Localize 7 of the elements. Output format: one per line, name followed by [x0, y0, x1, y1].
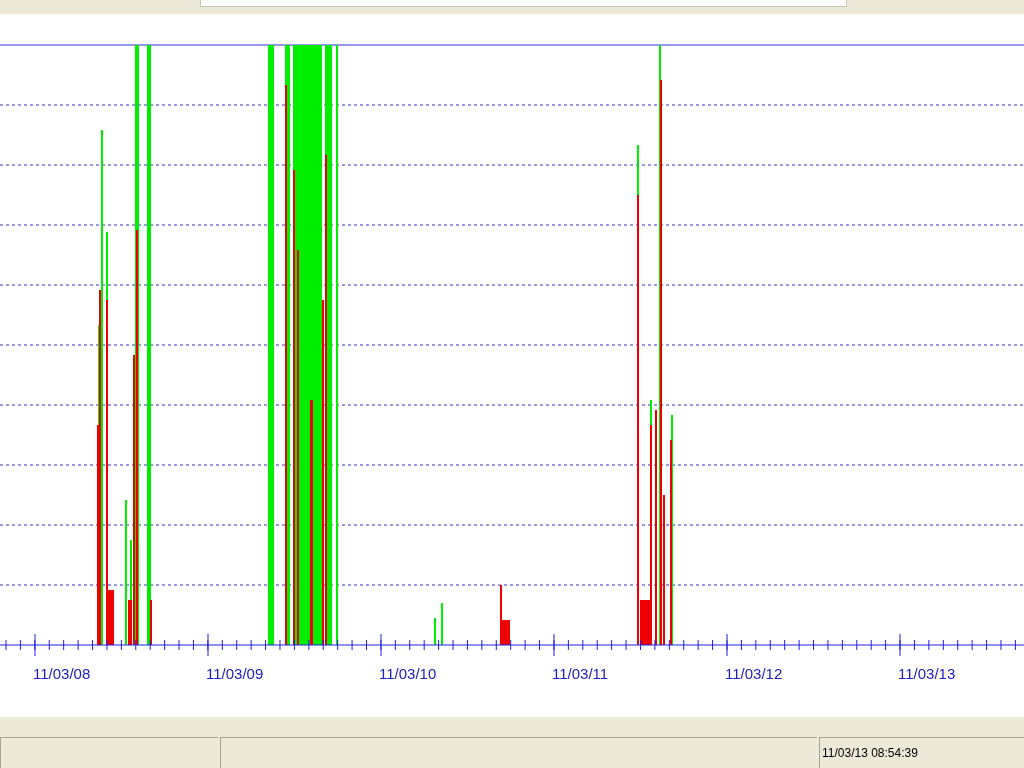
- axis-label: 11/03/12: [725, 665, 783, 683]
- axis-label: 11/03/11: [552, 665, 609, 683]
- status-timestamp: 11/03/13 08:54:39: [819, 737, 1024, 768]
- axis-label: 11/03/08: [33, 665, 91, 683]
- axis-label: 11/03/09: [206, 665, 264, 683]
- axis-label: 11/03/13: [898, 665, 956, 683]
- axis-label: 11/03/10: [379, 665, 437, 683]
